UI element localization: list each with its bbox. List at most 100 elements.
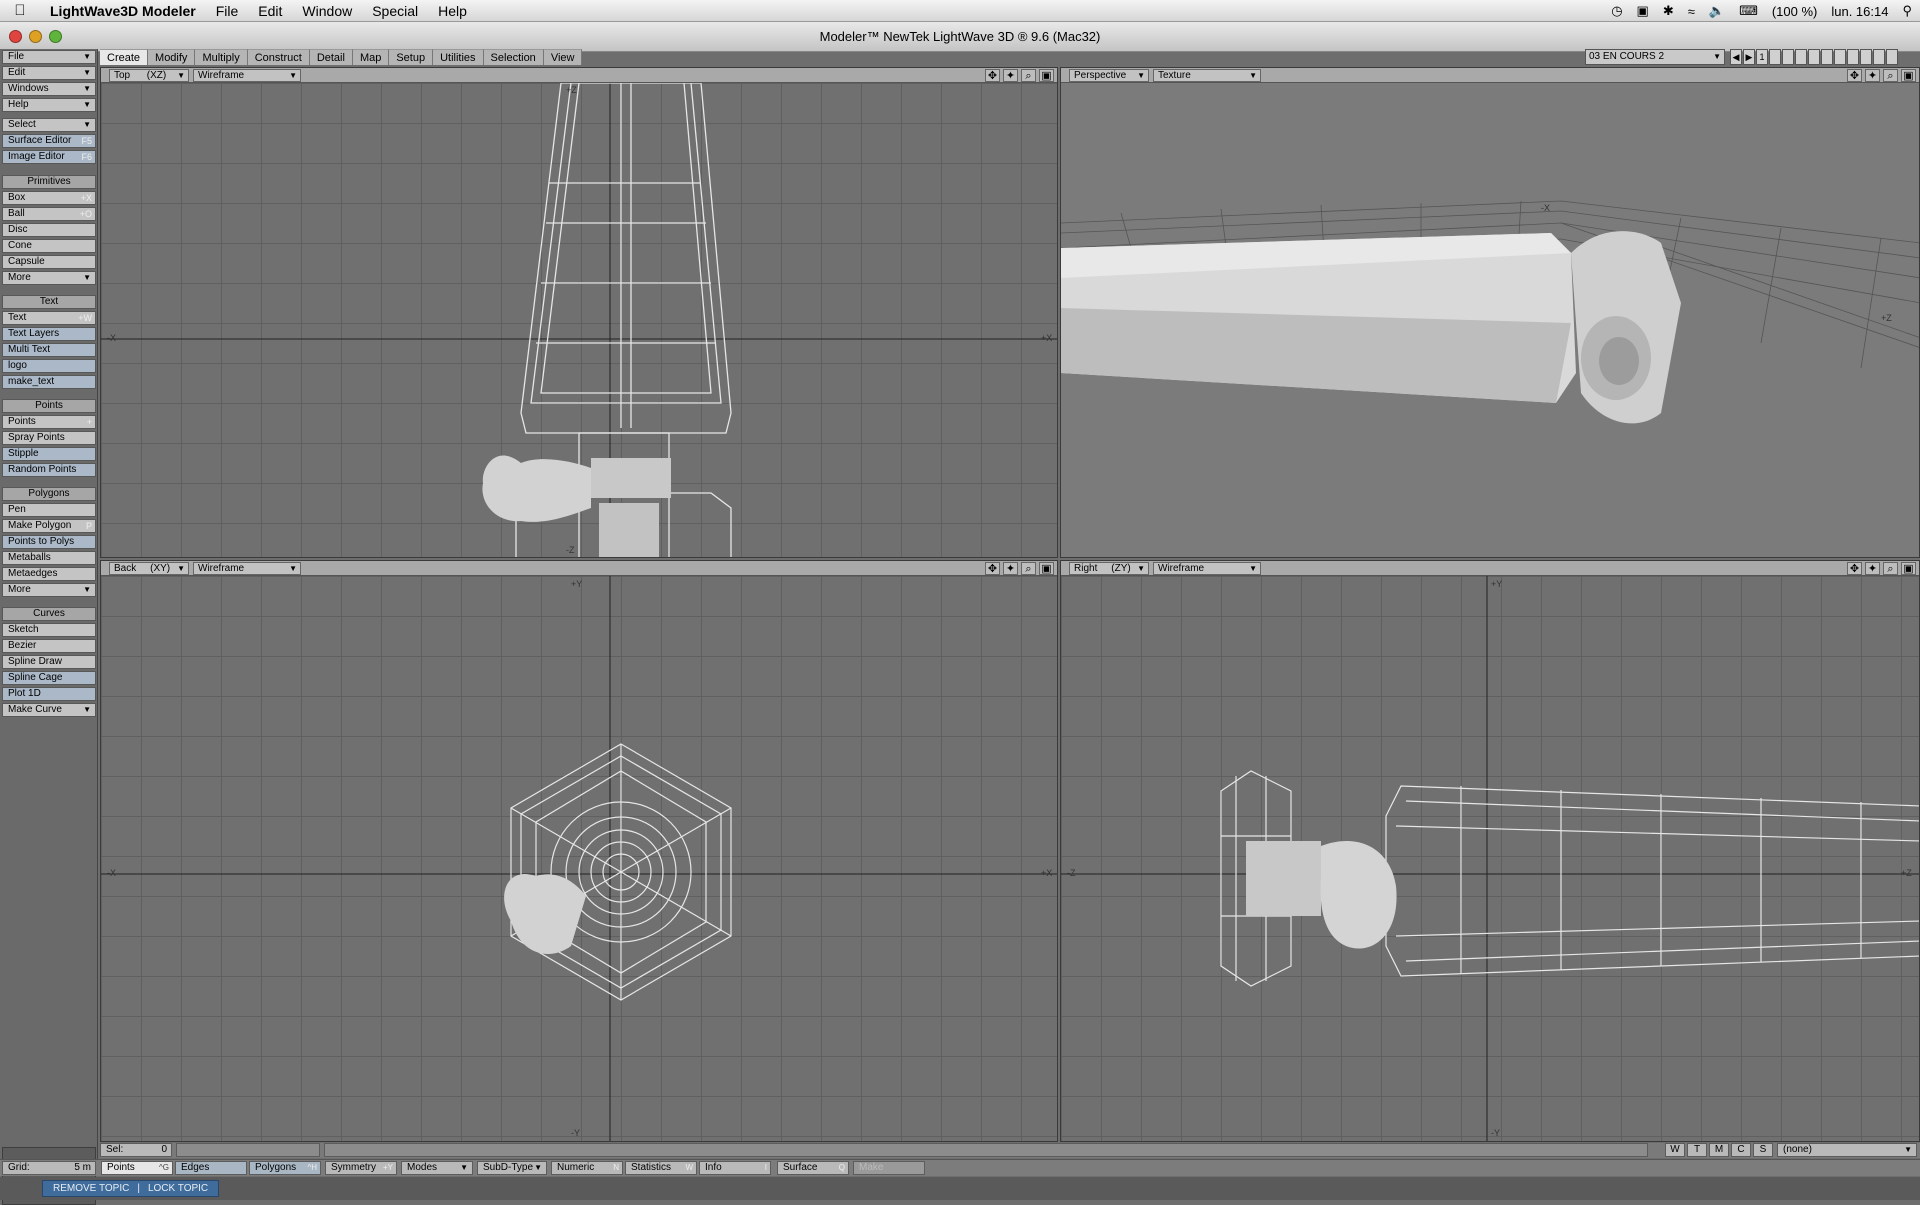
disc-button[interactable]: Disc	[2, 223, 96, 237]
zoom-view-icon[interactable]: ⌕	[1021, 562, 1036, 575]
plot-1d-button[interactable]: Plot 1D	[2, 687, 96, 701]
numeric-button[interactable]: Numeric N	[551, 1161, 623, 1175]
image-editor-button[interactable]: Image Editor F6	[2, 150, 96, 164]
apple-menu-icon[interactable]: 	[0, 2, 40, 19]
viewport-canvas[interactable]: -X +Z	[1061, 83, 1919, 557]
layer-slot-3[interactable]	[1795, 49, 1807, 65]
viewport-back[interactable]: Back (XY) ▼ Wireframe ▼ ✥ ✦ ⌕ ▣ +Y -X +X…	[100, 560, 1058, 1142]
remove-topic-button[interactable]: REMOVE TOPIC	[53, 1181, 129, 1196]
keyboard-icon[interactable]: ⌨	[1739, 3, 1758, 19]
layer-slot-4[interactable]	[1808, 49, 1820, 65]
layer-slot-9[interactable]	[1873, 49, 1885, 65]
text-button[interactable]: Text +W	[2, 311, 96, 325]
spray-points-button[interactable]: Spray Points	[2, 431, 96, 445]
random-points-button[interactable]: Random Points	[2, 463, 96, 477]
render-mode-select[interactable]: Wireframe ▼	[193, 69, 301, 82]
viewport-top[interactable]: Top (XZ) ▼ Wireframe ▼ ✥ ✦ ⌕ ▣ +Z -X +X …	[100, 67, 1058, 558]
toolbar-windows-menu[interactable]: Windows ▼	[2, 82, 96, 96]
render-mode-select[interactable]: Wireframe ▼	[1153, 562, 1261, 575]
logo-button[interactable]: logo	[2, 359, 96, 373]
c-toggle[interactable]: C	[1731, 1143, 1751, 1157]
maximize-view-icon[interactable]: ▣	[1039, 69, 1054, 82]
move-view-icon[interactable]: ✥	[985, 562, 1000, 575]
viewport-perspective[interactable]: Perspective ▼ Texture ▼ ✥ ✦ ⌕ ▣ -X +Z	[1060, 67, 1920, 558]
layer-slot-7[interactable]	[1847, 49, 1859, 65]
zoom-view-icon[interactable]: ⌕	[1021, 69, 1036, 82]
text-layers-button[interactable]: Text Layers	[2, 327, 96, 341]
t-toggle[interactable]: T	[1687, 1143, 1707, 1157]
zoom-window-button[interactable]	[49, 30, 62, 43]
make-polygon-button[interactable]: Make Polygon P	[2, 519, 96, 533]
w-toggle[interactable]: W	[1665, 1143, 1685, 1157]
view-type-select[interactable]: Top (XZ) ▼	[109, 69, 189, 82]
s-toggle[interactable]: S	[1753, 1143, 1773, 1157]
maximize-view-icon[interactable]: ▣	[1901, 562, 1916, 575]
ball-button[interactable]: Ball +O	[2, 207, 96, 221]
view-type-select[interactable]: Back (XY) ▼	[109, 562, 189, 575]
layer-number[interactable]: 1	[1756, 49, 1768, 65]
wifi-icon[interactable]: ≈	[1688, 4, 1695, 19]
rotate-view-icon[interactable]: ✦	[1865, 562, 1880, 575]
zoom-view-icon[interactable]: ⌕	[1883, 562, 1898, 575]
menu-special[interactable]: Special	[362, 3, 428, 19]
layer-slot-2[interactable]	[1782, 49, 1794, 65]
tab-detail[interactable]: Detail	[309, 49, 353, 65]
lock-topic-button[interactable]: LOCK TOPIC	[148, 1181, 208, 1196]
more-primitives-menu[interactable]: More ▼	[2, 271, 96, 285]
pen-button[interactable]: Pen	[2, 503, 96, 517]
spline-cage-button[interactable]: Spline Cage	[2, 671, 96, 685]
spline-draw-button[interactable]: Spline Draw	[2, 655, 96, 669]
box-button[interactable]: Box +X	[2, 191, 96, 205]
menu-help[interactable]: Help	[428, 3, 477, 19]
render-mode-select[interactable]: Texture ▼	[1153, 69, 1261, 82]
tab-view[interactable]: View	[543, 49, 583, 65]
metaballs-button[interactable]: Metaballs	[2, 551, 96, 565]
move-view-icon[interactable]: ✥	[1847, 69, 1862, 82]
menu-edit[interactable]: Edit	[248, 3, 292, 19]
points-button[interactable]: Points +	[2, 415, 96, 429]
info-button[interactable]: Info I	[699, 1161, 771, 1175]
make-curve-menu[interactable]: Make Curve ▼	[2, 703, 96, 717]
surface-button[interactable]: Surface Q	[777, 1161, 849, 1175]
tab-modify[interactable]: Modify	[148, 49, 196, 65]
clock[interactable]: lun. 16:14	[1831, 4, 1888, 19]
rotate-view-icon[interactable]: ✦	[1003, 69, 1018, 82]
view-type-select[interactable]: Perspective ▼	[1069, 69, 1149, 82]
edges-mode-button[interactable]: Edges	[175, 1161, 247, 1175]
next-layer-button[interactable]: ▶	[1743, 49, 1755, 65]
layer-slot-10[interactable]	[1886, 49, 1898, 65]
modes-menu[interactable]: Modes ▼	[401, 1161, 473, 1175]
tab-construct[interactable]: Construct	[247, 49, 310, 65]
bluetooth-icon[interactable]: ✱	[1663, 3, 1674, 19]
points-mode-button[interactable]: Points ^G	[101, 1161, 173, 1175]
spotlight-search-icon[interactable]: ⚲	[1902, 3, 1912, 19]
battery-status[interactable]: (100 %)	[1772, 4, 1818, 19]
multi-text-button[interactable]: Multi Text	[2, 343, 96, 357]
zoom-view-icon[interactable]: ⌕	[1883, 69, 1898, 82]
tab-create[interactable]: Create	[100, 49, 149, 65]
toolbar-help-menu[interactable]: Help ▼	[2, 98, 96, 112]
viewport-canvas[interactable]: +Y -Z +Z -Y	[1061, 576, 1919, 1141]
render-mode-select[interactable]: Wireframe ▼	[193, 562, 301, 575]
symmetry-toggle[interactable]: Symmetry +Y	[325, 1161, 397, 1175]
minimize-window-button[interactable]	[29, 30, 42, 43]
more-polygons-menu[interactable]: More ▼	[2, 583, 96, 597]
view-type-select[interactable]: Right (ZY) ▼	[1069, 562, 1149, 575]
tab-selection[interactable]: Selection	[483, 49, 544, 65]
rotate-view-icon[interactable]: ✦	[1003, 562, 1018, 575]
surface-select[interactable]: (none) ▼	[1777, 1143, 1917, 1157]
display-icon[interactable]: ▣	[1637, 3, 1649, 19]
tab-multiply[interactable]: Multiply	[195, 49, 248, 65]
move-view-icon[interactable]: ✥	[985, 69, 1000, 82]
rotate-view-icon[interactable]: ✦	[1865, 69, 1880, 82]
volume-icon[interactable]: 🔈	[1709, 3, 1725, 19]
m-toggle[interactable]: M	[1709, 1143, 1729, 1157]
close-window-button[interactable]	[9, 30, 22, 43]
maximize-view-icon[interactable]: ▣	[1039, 562, 1054, 575]
surface-editor-button[interactable]: Surface Editor F5	[2, 134, 96, 148]
select-menu[interactable]: Select ▼	[2, 118, 96, 132]
stipple-button[interactable]: Stipple	[2, 447, 96, 461]
bezier-button[interactable]: Bezier	[2, 639, 96, 653]
tab-utilities[interactable]: Utilities	[433, 49, 484, 65]
viewport-right[interactable]: Right (ZY) ▼ Wireframe ▼ ✥ ✦ ⌕ ▣ +Y -Z +…	[1060, 560, 1920, 1142]
